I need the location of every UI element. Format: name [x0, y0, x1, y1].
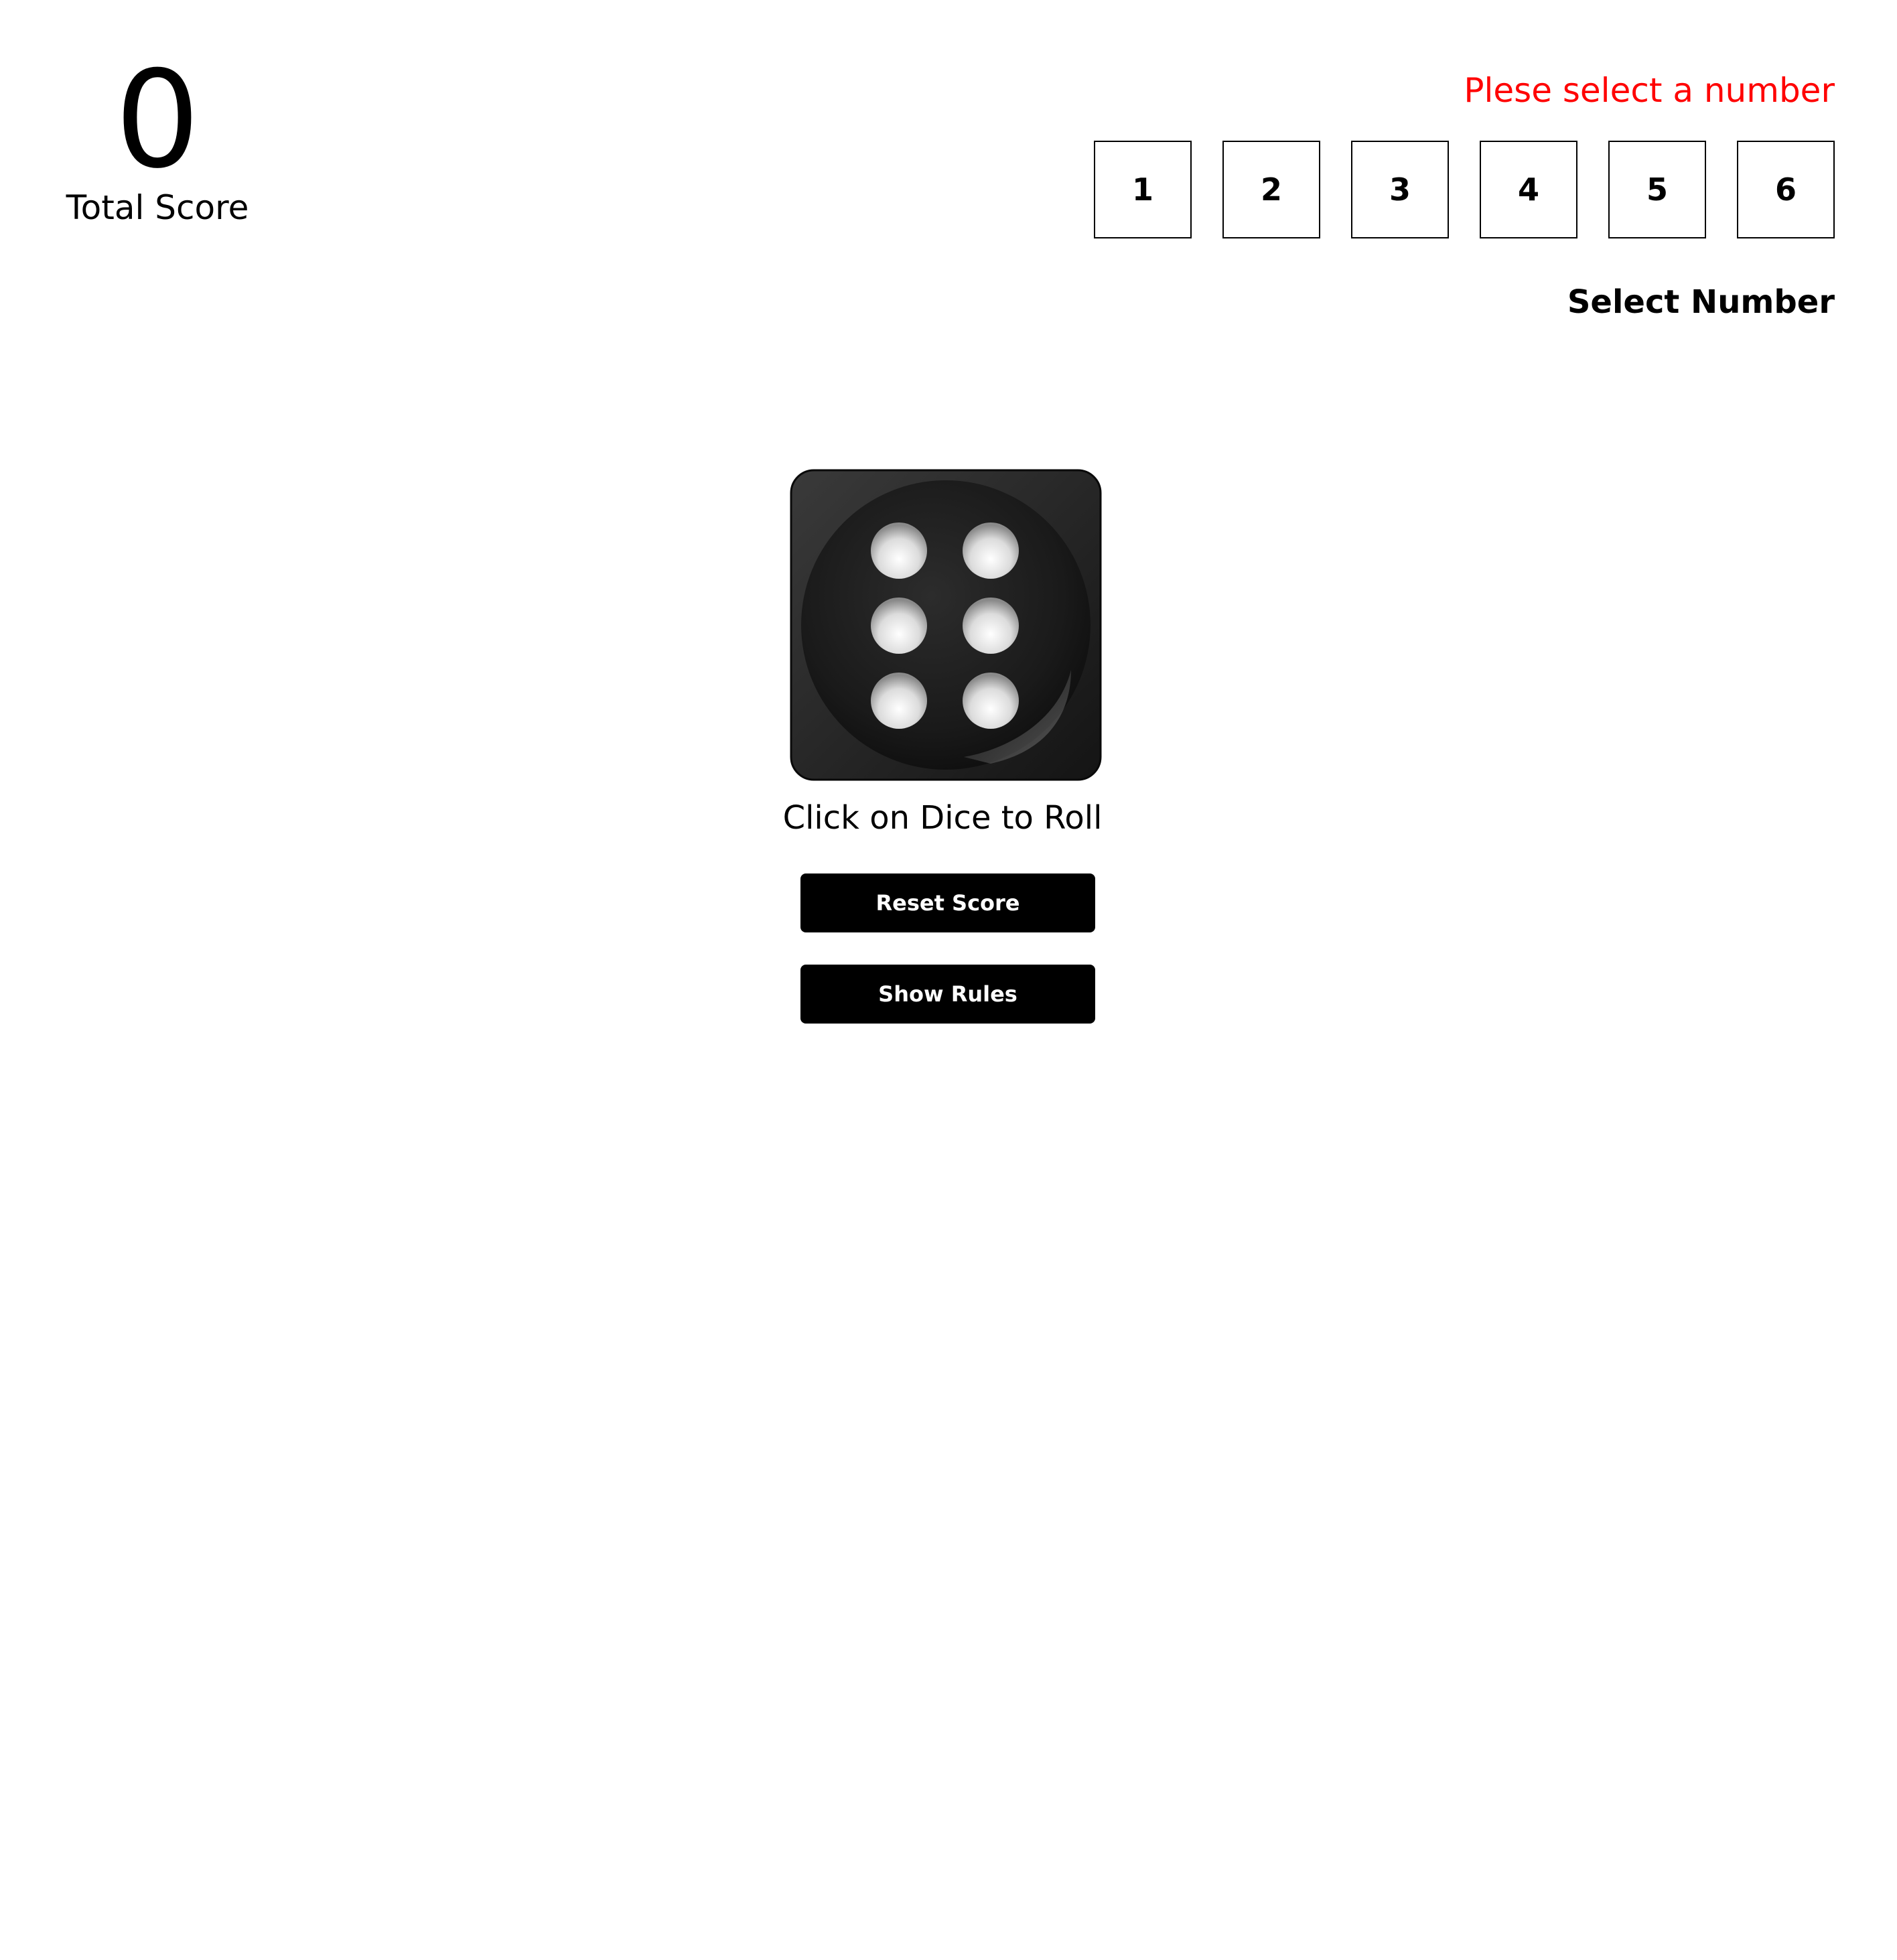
total-score-value: 0: [115, 42, 200, 198]
total-score-block: 0 Total Score: [47, 54, 268, 228]
reset-score-button[interactable]: Reset Score: [800, 873, 1095, 932]
dice-roll-hint: Click on Dice to Roll: [782, 799, 1103, 837]
number-box-6[interactable]: 6: [1737, 141, 1835, 238]
number-selector: Plese select a number 1 2 3 4 5 6 Select…: [1091, 67, 1835, 326]
number-box-3[interactable]: 3: [1351, 141, 1449, 238]
show-rules-button[interactable]: Show Rules: [800, 965, 1095, 1024]
dice-area: Click on Dice to Roll Reset Score Show R…: [0, 469, 1897, 1024]
dice-image[interactable]: [790, 469, 1102, 781]
number-box-5[interactable]: 5: [1608, 141, 1706, 238]
error-message: Plese select a number: [1464, 71, 1835, 110]
number-box-4[interactable]: 4: [1480, 141, 1577, 238]
select-number-label: Select Number: [1567, 283, 1835, 321]
number-box-row: 1 2 3 4 5 6: [1091, 141, 1835, 238]
number-box-1[interactable]: 1: [1094, 141, 1192, 238]
dice-six-icon: [790, 469, 1102, 781]
total-score-label: Total Score: [66, 188, 249, 227]
number-box-2[interactable]: 2: [1222, 141, 1320, 238]
